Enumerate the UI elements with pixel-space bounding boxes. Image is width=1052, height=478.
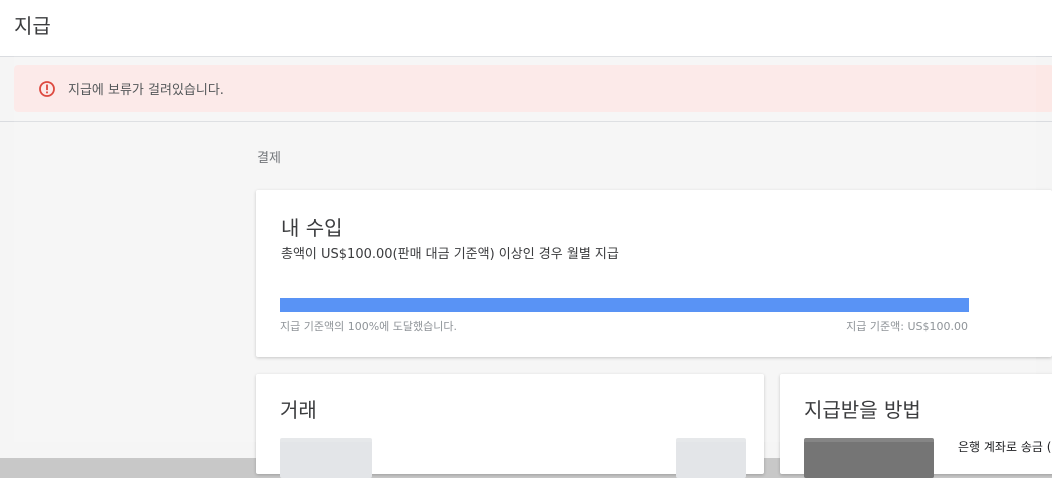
payment-method-title: 지급받을 방법 [804,398,921,422]
transactions-title: 거래 [280,398,317,422]
payment-method-card: 지급받을 방법 은행 계좌로 송금 ( [780,374,1052,478]
transactions-placeholder-left [280,438,372,478]
bank-transfer-text: 은행 계좌로 송금 ( [958,440,1052,454]
transactions-card: 거래 [256,374,764,478]
section-label: 결제 [257,151,281,166]
payments-page: 지급 지급에 보류가 걸려있습니다. 결제 내 수입 총액이 US$100.00… [0,0,1052,478]
alert-message: 지급에 보류가 걸려있습니다. [68,83,224,98]
progress-status-text: 지급 기준액의 100%에 도달했습니다. [280,320,457,333]
earnings-card: 내 수입 총액이 US$100.00(판매 대금 기준액) 이상인 경우 월별 … [256,190,1052,357]
bank-account-button[interactable] [804,438,934,478]
payout-progress-bar [280,298,969,312]
header-bar: 지급 [0,0,1052,57]
payment-hold-alert: 지급에 보류가 걸려있습니다. [14,65,1052,112]
divider [0,121,1052,122]
payout-threshold-text: 지급 기준액: US$100.00 [846,320,968,333]
earnings-subtitle: 총액이 US$100.00(판매 대금 기준액) 이상인 경우 월별 지급 [281,247,619,262]
page-title: 지급 [14,14,51,38]
transactions-placeholder-right [676,438,746,478]
payout-progress-fill [280,298,969,312]
error-icon [38,80,56,98]
earnings-title: 내 수입 [281,216,343,240]
